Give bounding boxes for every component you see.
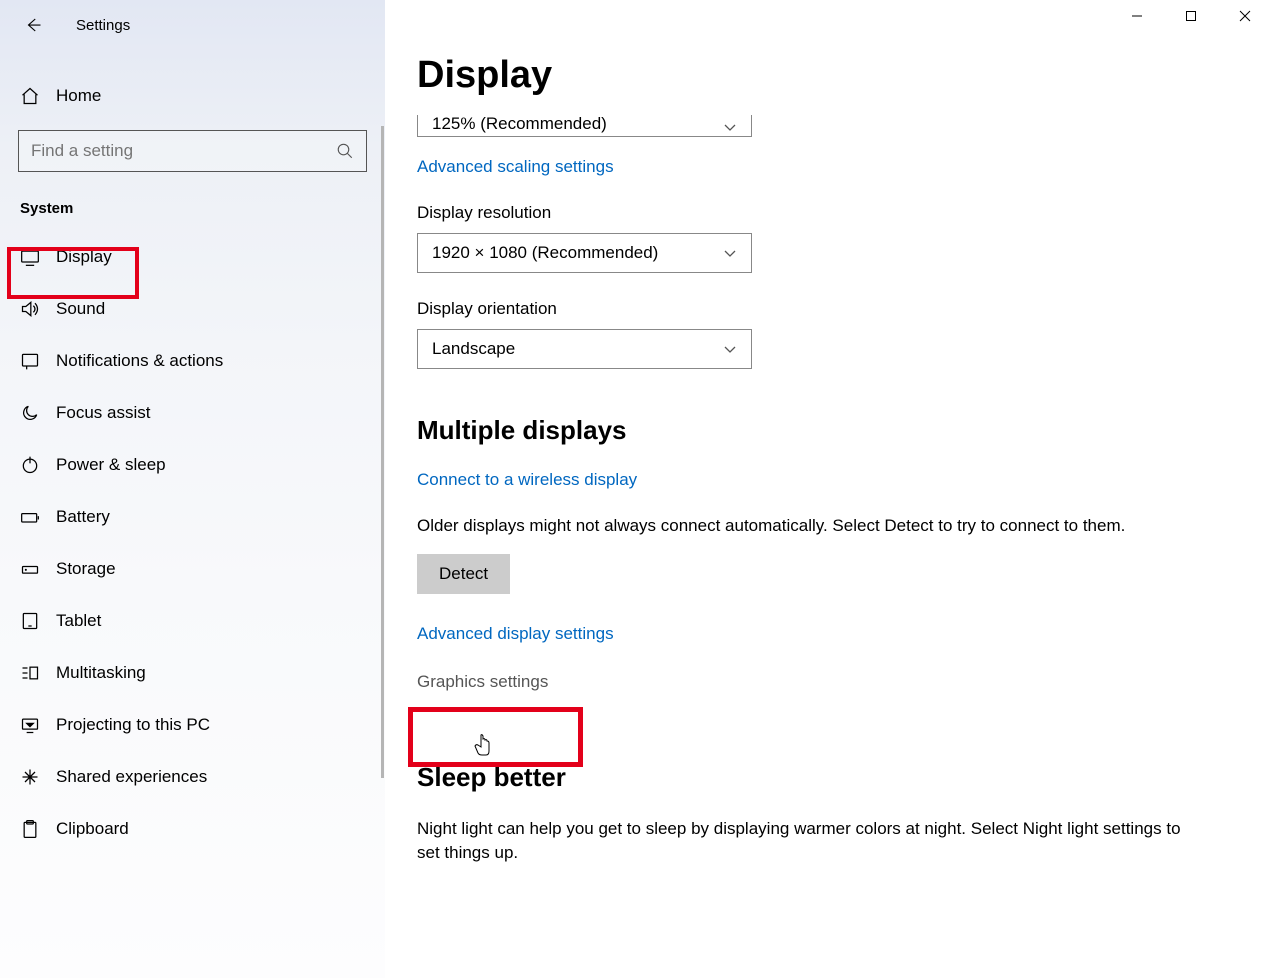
chevron-down-icon	[723, 342, 737, 356]
close-button[interactable]	[1218, 2, 1272, 30]
search-box[interactable]	[18, 130, 367, 172]
projecting-icon	[20, 715, 40, 735]
sidebar-item-label: Power & sleep	[56, 455, 166, 475]
multi-display-body: Older displays might not always connect …	[417, 514, 1197, 538]
scale-value: 125% (Recommended)	[432, 115, 607, 134]
sidebar-section-header: System	[0, 172, 385, 231]
sidebar-item-battery[interactable]: Battery	[0, 491, 385, 543]
tablet-icon	[20, 611, 40, 631]
sidebar-item-home[interactable]: Home	[0, 72, 385, 120]
moon-icon	[20, 403, 40, 423]
titlebar	[385, 0, 1272, 32]
sidebar-item-label: Shared experiences	[56, 767, 207, 787]
search-input[interactable]	[31, 141, 336, 161]
share-icon	[20, 767, 40, 787]
chevron-down-icon	[723, 120, 737, 134]
page-title: Display	[417, 54, 1240, 97]
sidebar-item-label: Focus assist	[56, 403, 150, 423]
sidebar-item-label: Projecting to this PC	[56, 715, 210, 735]
battery-icon	[20, 507, 40, 527]
orientation-value: Landscape	[432, 339, 515, 359]
detect-button[interactable]: Detect	[417, 554, 510, 594]
clipboard-icon	[20, 819, 40, 839]
sidebar-item-label: Notifications & actions	[56, 351, 223, 371]
sidebar-item-multitasking[interactable]: Multitasking	[0, 647, 385, 699]
power-icon	[20, 455, 40, 475]
advanced-scaling-link[interactable]: Advanced scaling settings	[417, 157, 614, 177]
search-icon	[336, 142, 354, 160]
scale-dropdown[interactable]: 125% (Recommended)	[417, 115, 752, 137]
sidebar-item-notifications[interactable]: Notifications & actions	[0, 335, 385, 387]
resolution-dropdown[interactable]: 1920 × 1080 (Recommended)	[417, 233, 752, 273]
notification-icon	[20, 351, 40, 371]
advanced-display-link[interactable]: Advanced display settings	[417, 624, 614, 644]
sidebar-item-tablet[interactable]: Tablet	[0, 595, 385, 647]
multitask-icon	[20, 663, 40, 683]
maximize-button[interactable]	[1164, 2, 1218, 30]
sidebar-item-label: Multitasking	[56, 663, 146, 683]
sidebar-item-label: Storage	[56, 559, 116, 579]
sidebar-item-label: Clipboard	[56, 819, 129, 839]
sidebar-item-projecting[interactable]: Projecting to this PC	[0, 699, 385, 751]
wireless-display-link[interactable]: Connect to a wireless display	[417, 470, 637, 490]
sidebar-item-focus-assist[interactable]: Focus assist	[0, 387, 385, 439]
back-arrow-icon[interactable]	[24, 16, 42, 34]
chevron-down-icon	[723, 246, 737, 260]
home-icon	[20, 86, 40, 106]
app-title: Settings	[76, 17, 130, 34]
sidebar-item-label: Battery	[56, 507, 110, 527]
sidebar-item-label: Display	[56, 247, 112, 267]
sidebar-item-clipboard[interactable]: Clipboard	[0, 803, 385, 855]
scroll-indicator[interactable]	[381, 126, 384, 778]
sidebar-item-display[interactable]: Display	[0, 231, 385, 283]
sidebar-header: Settings	[0, 8, 385, 54]
multiple-displays-title: Multiple displays	[417, 415, 1240, 446]
minimize-button[interactable]	[1110, 2, 1164, 30]
sidebar-item-label: Sound	[56, 299, 105, 319]
sidebar-item-label: Tablet	[56, 611, 101, 631]
orientation-label: Display orientation	[417, 299, 1240, 319]
sleep-better-title: Sleep better	[417, 762, 1240, 793]
monitor-icon	[20, 247, 40, 267]
resolution-label: Display resolution	[417, 203, 1240, 223]
sidebar-item-sound[interactable]: Sound	[0, 283, 385, 335]
orientation-dropdown[interactable]: Landscape	[417, 329, 752, 369]
content-area: Display 125% (Recommended) Advanced scal…	[385, 32, 1272, 864]
main-pane: Display 125% (Recommended) Advanced scal…	[385, 0, 1272, 978]
home-label: Home	[56, 86, 101, 106]
sound-icon	[20, 299, 40, 319]
graphics-settings-link[interactable]: Graphics settings	[417, 672, 548, 692]
sidebar: Settings Home System Display Sound Notif…	[0, 0, 385, 978]
storage-icon	[20, 559, 40, 579]
sidebar-item-storage[interactable]: Storage	[0, 543, 385, 595]
sidebar-item-shared-experiences[interactable]: Shared experiences	[0, 751, 385, 803]
sidebar-item-power-sleep[interactable]: Power & sleep	[0, 439, 385, 491]
resolution-value: 1920 × 1080 (Recommended)	[432, 243, 658, 263]
sleep-better-body: Night light can help you get to sleep by…	[417, 817, 1197, 865]
